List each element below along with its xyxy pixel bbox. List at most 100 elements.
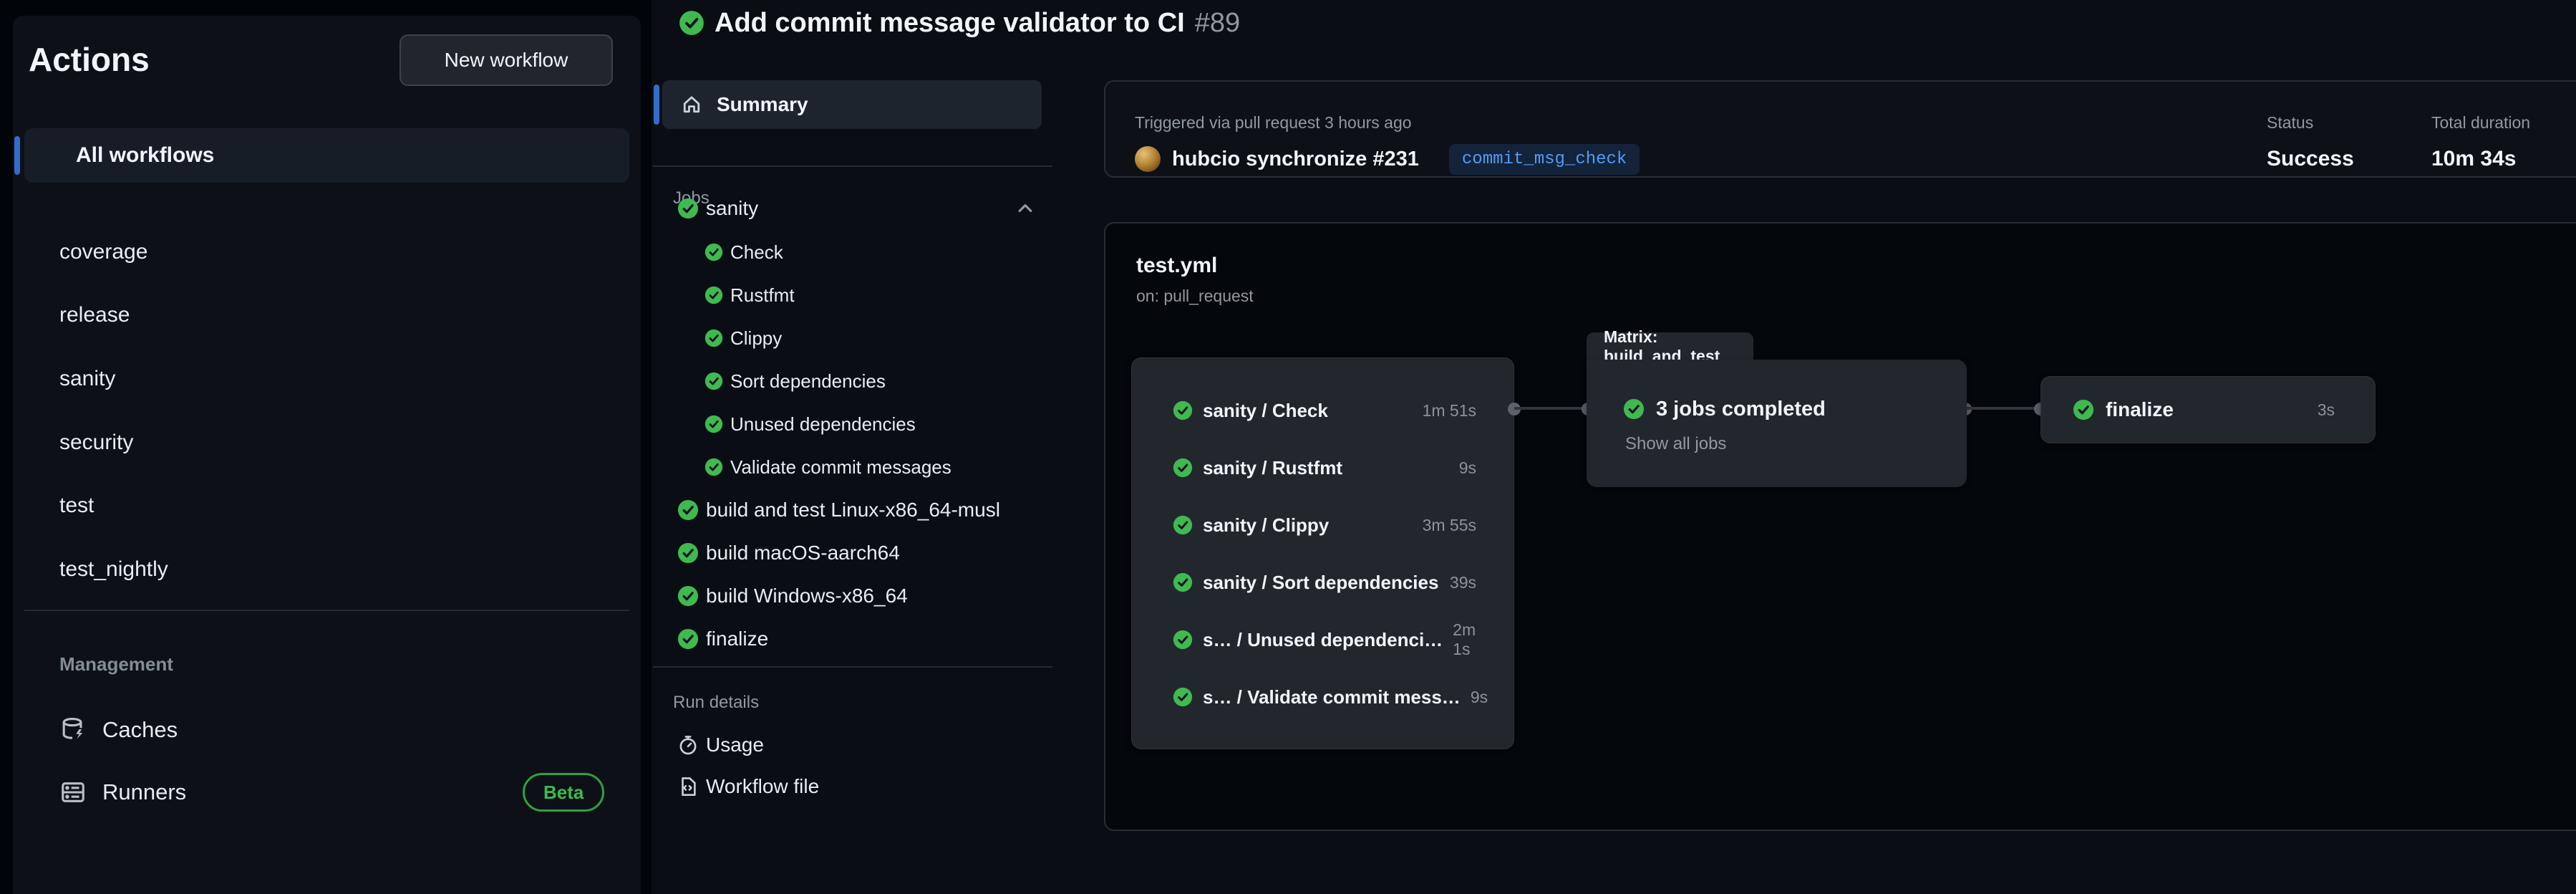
success-check-icon	[677, 585, 699, 607]
nav-usage-label: Usage	[706, 734, 764, 756]
nav-job-build-macos[interactable]: build macOS-aarch64	[677, 537, 900, 569]
management-section-label: Management	[59, 653, 173, 676]
success-check-icon	[679, 10, 704, 36]
graph-job-label: s… / Unused dependenci…	[1203, 629, 1443, 651]
home-icon	[681, 94, 702, 115]
nav-workflow-file-label: Workflow file	[706, 775, 819, 798]
sidebar-item-runners[interactable]: Runners	[59, 774, 186, 811]
graph-job-duration: 3m 55s	[1423, 516, 1476, 535]
graph-job-sanity-validate-commit-messages[interactable]: s… / Validate commit mess… 9s	[1173, 681, 1476, 713]
success-check-icon	[1173, 458, 1193, 478]
main-content: Add commit message validator to CI #89 S…	[652, 0, 2576, 894]
graph-job-duration: 2m 1s	[1453, 620, 1476, 659]
run-title-row: Add commit message validator to CI #89	[679, 6, 1240, 40]
sidebar-item-label: Caches	[102, 717, 178, 743]
success-check-icon	[677, 499, 699, 521]
run-details-section-label: Run details	[673, 693, 759, 713]
workflow-file-name: test.yml	[1136, 254, 1217, 278]
sidebar-item-test[interactable]: test	[59, 490, 94, 522]
page-title: Actions	[29, 40, 150, 79]
nav-job-label: build macOS-aarch64	[706, 542, 900, 564]
success-check-icon	[1173, 572, 1193, 592]
nav-step-sort-dependencies[interactable]: Sort dependencies	[704, 365, 886, 397]
graph-edge-line	[1514, 407, 1588, 410]
success-check-icon	[677, 542, 699, 564]
nav-step-clippy[interactable]: Clippy	[704, 322, 782, 354]
show-all-jobs-link[interactable]: Show all jobs	[1625, 434, 1726, 454]
nav-summary-label: Summary	[717, 93, 808, 116]
matrix-summary-row: 3 jobs completed	[1623, 393, 1826, 426]
success-check-icon	[1173, 687, 1193, 707]
trigger-value-row: hubcio synchronize #231 commit_msg_check	[1135, 142, 1640, 176]
sidebar-item-caches[interactable]: Caches	[59, 711, 178, 749]
success-check-icon	[704, 415, 723, 433]
sidebar-item-test-nightly[interactable]: test_nightly	[59, 554, 168, 585]
nav-step-label: Check	[730, 241, 783, 264]
nav-step-label: Validate commit messages	[730, 456, 952, 479]
chevron-up-icon[interactable]	[1015, 198, 1035, 218]
nav-job-build-windows[interactable]: build Windows-x86_64	[677, 580, 908, 612]
status-value: Success	[2267, 147, 2354, 171]
avatar[interactable]	[1135, 146, 1161, 172]
success-check-icon	[677, 628, 699, 650]
graph-job-sanity-rustfmt[interactable]: sanity / Rustfmt 9s	[1173, 451, 1476, 484]
graph-job-label: s… / Validate commit mess…	[1203, 686, 1461, 708]
nav-job-label: build and test Linux-x86_64-musl	[706, 499, 1000, 522]
graph-node-finalize[interactable]: finalize 3s	[2040, 376, 2376, 443]
nav-summary[interactable]: Summary	[662, 80, 1042, 129]
sidebar-item-sanity[interactable]: sanity	[59, 363, 115, 395]
graph-job-duration: 1m 51s	[1423, 401, 1476, 420]
new-workflow-button[interactable]: New workflow	[400, 34, 613, 86]
sidebar-item-release[interactable]: release	[59, 299, 130, 331]
success-check-icon	[677, 198, 699, 219]
beta-badge: Beta	[523, 773, 604, 812]
matrix-tab-label: Matrix: build_and_test	[1587, 332, 1753, 361]
nav-divider	[653, 165, 1052, 167]
nav-job-label: sanity	[706, 197, 758, 220]
graph-job-sanity-sort-dependencies[interactable]: sanity / Sort dependencies 39s	[1173, 566, 1476, 599]
nav-job-build-linux[interactable]: build and test Linux-x86_64-musl	[677, 494, 1000, 526]
runners-server-icon	[59, 779, 87, 806]
success-check-icon	[2073, 399, 2094, 420]
success-check-icon	[1623, 398, 1645, 420]
selected-accent-bar	[14, 136, 20, 175]
duration-value: 10m 34s	[2431, 147, 2516, 171]
nav-workflow-file[interactable]: Workflow file	[677, 771, 819, 802]
graph-job-label: finalize	[2106, 398, 2174, 421]
nav-step-label: Clippy	[730, 327, 782, 350]
matrix-summary: 3 jobs completed	[1656, 398, 1826, 421]
run-info-card: Triggered via pull request 3 hours ago h…	[1104, 80, 2576, 178]
nav-job-finalize[interactable]: finalize	[677, 623, 768, 655]
sidebar-divider	[24, 610, 629, 611]
sidebar-item-coverage[interactable]: coverage	[59, 236, 147, 268]
nav-usage[interactable]: Usage	[677, 729, 764, 761]
nav-step-rustfmt[interactable]: Rustfmt	[704, 279, 795, 311]
success-check-icon	[1173, 515, 1193, 535]
sidebar-item-label: Runners	[102, 779, 186, 805]
graph-job-sanity-check[interactable]: sanity / Check 1m 51s	[1173, 394, 1476, 427]
sidebar-item-security[interactable]: security	[59, 427, 133, 458]
workflow-trigger: on: pull_request	[1136, 287, 1254, 306]
sidebar-item-all-workflows[interactable]: All workflows	[24, 128, 629, 183]
branch-badge[interactable]: commit_msg_check	[1449, 144, 1640, 175]
duration-label: Total duration	[2431, 113, 2530, 133]
graph-job-label: sanity / Rustfmt	[1203, 457, 1342, 479]
status-label: Status	[2267, 113, 2313, 133]
success-check-icon	[704, 243, 723, 261]
nav-step-validate-commit-messages[interactable]: Validate commit messages	[704, 451, 952, 483]
success-check-icon	[704, 286, 723, 304]
graph-job-sanity-unused-dependencies[interactable]: s… / Unused dependenci… 2m 1s	[1173, 623, 1476, 656]
graph-job-duration: 9s	[1459, 458, 1476, 478]
cache-database-icon	[59, 716, 87, 744]
graph-job-label: sanity / Sort dependencies	[1203, 572, 1438, 594]
nav-step-check[interactable]: Check	[704, 236, 783, 268]
graph-job-sanity-clippy[interactable]: sanity / Clippy 3m 55s	[1173, 509, 1476, 542]
nav-step-unused-dependencies[interactable]: Unused dependencies	[704, 408, 916, 440]
graph-edge-line	[1965, 407, 2040, 410]
trigger-actor[interactable]: hubcio synchronize #231	[1172, 148, 1419, 171]
trigger-label: Triggered via pull request 3 hours ago	[1135, 113, 1412, 133]
success-check-icon	[704, 458, 723, 476]
graph-node-matrix[interactable]: 3 jobs completed Show all jobs	[1587, 360, 1967, 487]
nav-job-sanity[interactable]: sanity	[677, 193, 1035, 224]
run-title: Add commit message validator to CI	[715, 8, 1185, 39]
